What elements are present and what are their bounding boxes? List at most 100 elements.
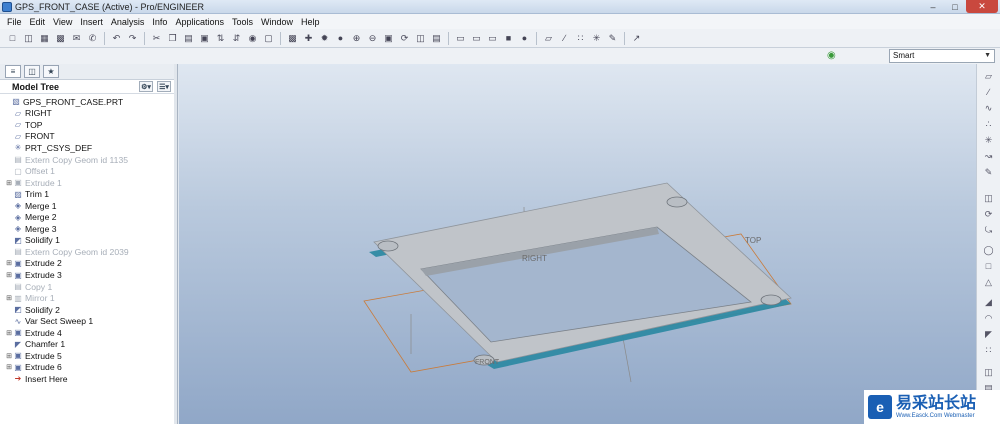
expand-icon[interactable]: ⊞ [5,329,13,337]
tree-item[interactable]: ∿ Var Sect Sweep 1 [5,315,94,327]
regenerate-icon[interactable]: ⇅ [214,32,227,45]
menu-view[interactable]: View [49,17,76,27]
sketch-tool-icon[interactable]: ✎ [982,166,995,178]
round-tool-icon[interactable]: ◠ [982,312,995,324]
menu-file[interactable]: File [3,17,26,27]
datum-axes-display-icon[interactable]: ∕ [558,32,571,45]
cut-icon[interactable]: ✂ [150,32,163,45]
mirror-tool-icon[interactable]: ◫ [982,366,995,378]
tree-item[interactable]: ⊞ ▥ Mirror 1 [5,292,55,304]
maximize-icon[interactable]: □ [944,0,966,13]
tree-item[interactable]: ⊞ ▣ Extrude 5 [5,350,62,362]
context-help-icon[interactable]: ↗ [630,32,643,45]
tree-item[interactable]: ▱ FRONT [5,131,55,143]
analysis-tool-icon[interactable]: ↝ [982,150,995,162]
expand-icon[interactable]: ⊞ [5,259,13,267]
tree-item[interactable]: ◩ Solidify 2 [5,304,60,316]
datum-planes-display-icon[interactable]: ▱ [542,32,555,45]
email-link-icon[interactable]: ✆ [86,32,99,45]
tree-item[interactable]: ◩ Solidify 1 [5,235,60,247]
enhanced-realism-icon[interactable]: ● [518,32,531,45]
hole-tool-icon[interactable]: ◯ [982,244,995,256]
tree-item[interactable]: ▢ Offset 1 [5,165,55,177]
minimize-icon[interactable]: – [922,0,944,13]
open-folder-icon[interactable]: ◫ [22,32,35,45]
expand-icon[interactable]: ⊞ [5,294,13,302]
datum-plane-tool-icon[interactable]: ▱ [982,70,995,82]
menu-info[interactable]: Info [148,17,171,27]
sweep-tool-icon[interactable]: ⤿ [982,224,995,236]
tree-item[interactable]: ➔ Insert Here [5,373,68,385]
tree-item[interactable]: ▧ GPS_FRONT_CASE.PRT [3,96,123,108]
pattern-tool-icon[interactable]: ∷ [982,344,995,356]
selection-filter-dropdown[interactable]: Smart ▼ [889,49,995,63]
tree-item[interactable]: ◈ Merge 2 [5,212,57,224]
rib-tool-icon[interactable]: △ [982,276,995,288]
copy-icon[interactable]: ❐ [166,32,179,45]
tree-show-icon[interactable]: ☰▾ [157,81,171,92]
menu-applications[interactable]: Applications [171,17,228,27]
datum-point-tool-icon[interactable]: ∴ [982,118,995,130]
csys-tool-icon[interactable]: ✳ [982,134,995,146]
find-icon[interactable]: ◉ [246,32,259,45]
menu-tools[interactable]: Tools [228,17,257,27]
reorient-icon[interactable]: ⟳ [398,32,411,45]
csys-display-icon[interactable]: ✳ [590,32,603,45]
menu-insert[interactable]: Insert [76,17,107,27]
refit-icon[interactable]: ▣ [382,32,395,45]
status-bulb-icon[interactable]: ◉ [827,50,836,62]
regen-manager-icon[interactable]: ⇵ [230,32,243,45]
tree-settings-icon[interactable]: ⚙▾ [139,81,153,92]
repaint-icon[interactable]: ▩ [286,32,299,45]
shell-tool-icon[interactable]: □ [982,260,995,272]
revolve-tool-icon[interactable]: ⟳ [982,208,995,220]
undo-icon[interactable]: ↶ [110,32,123,45]
menu-analysis[interactable]: Analysis [107,17,149,27]
tree-item[interactable]: ⊞ ▣ Extrude 6 [5,362,62,374]
zoom-in-icon[interactable]: ⊕ [350,32,363,45]
draft-tool-icon[interactable]: ◢ [982,296,995,308]
tree-item[interactable]: ⊞ ▣ Extrude 4 [5,327,62,339]
select-box-icon[interactable]: ▢ [262,32,275,45]
datum-points-display-icon[interactable]: ∷ [574,32,587,45]
print-icon[interactable]: ▩ [54,32,67,45]
tree-item[interactable]: ⊞ ▣ Extrude 2 [5,258,62,270]
tree-item[interactable]: ▱ RIGHT [5,108,52,120]
favorites-tab[interactable]: ★ [43,65,59,78]
save-icon[interactable]: ▦ [38,32,51,45]
email-icon[interactable]: ✉ [70,32,83,45]
tree-item[interactable]: ▨ Trim 1 [5,188,49,200]
expand-icon[interactable]: ⊞ [5,271,13,279]
shade-icon[interactable]: ● [334,32,347,45]
menu-help[interactable]: Help [297,17,324,27]
paste-special-icon[interactable]: ▣ [198,32,211,45]
shading-icon[interactable]: ■ [502,32,515,45]
chamfer-tool-icon[interactable]: ◤ [982,328,995,340]
orient-mode-icon[interactable]: ✹ [318,32,331,45]
graphics-window[interactable]: RIGHT TOP FRONT [179,64,976,424]
saved-views-icon[interactable]: ◫ [414,32,427,45]
tree-item[interactable]: ◤ Chamfer 1 [5,339,65,351]
annotation-display-icon[interactable]: ✎ [606,32,619,45]
menu-edit[interactable]: Edit [26,17,50,27]
tree-item[interactable]: ▱ TOP [5,119,43,131]
expand-icon[interactable]: ⊞ [5,179,13,187]
tree-item[interactable]: ▤ Extern Copy Geom id 1135 [5,154,128,166]
datum-axis-tool-icon[interactable]: ∕ [982,86,995,98]
expand-icon[interactable]: ⊞ [5,352,13,360]
tree-item[interactable]: ▤ Copy 1 [5,281,52,293]
menu-window[interactable]: Window [257,17,297,27]
layers-icon[interactable]: ▤ [430,32,443,45]
no-hidden-icon[interactable]: ▭ [486,32,499,45]
corner-boss[interactable] [377,240,399,252]
expand-icon[interactable]: ⊞ [5,363,13,371]
spin-center-icon[interactable]: ✚ [302,32,315,45]
tree-item[interactable]: ◈ Merge 1 [5,200,57,212]
paste-icon[interactable]: ▤ [182,32,195,45]
corner-boss[interactable] [666,196,688,208]
extrude-tool-icon[interactable]: ◫ [982,192,995,204]
tree-item[interactable]: ▤ Extern Copy Geom id 2039 [5,246,128,258]
hidden-line-icon[interactable]: ▭ [470,32,483,45]
datum-curve-tool-icon[interactable]: ∿ [982,102,995,114]
tree-item[interactable]: ✳ PRT_CSYS_DEF [5,142,93,154]
